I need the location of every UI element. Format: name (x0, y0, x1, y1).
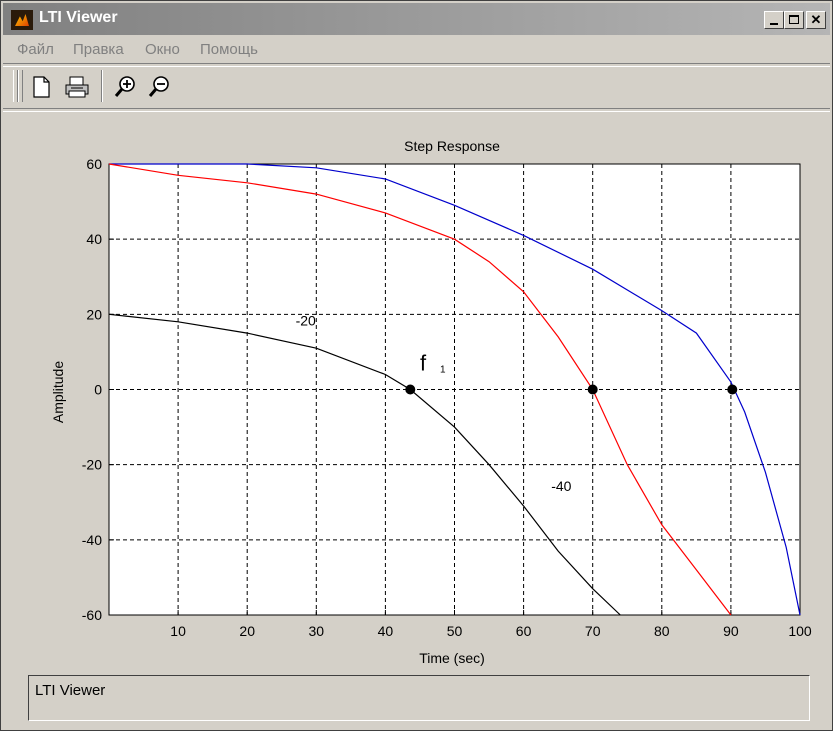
zoom-out-icon (148, 76, 169, 97)
print-button[interactable] (63, 74, 89, 100)
chart-title: Step Response (404, 138, 500, 154)
zoom-out-button[interactable] (147, 74, 171, 100)
menu-window[interactable]: Окно (145, 41, 180, 58)
step-response-chart[interactable]: Step Response Time (sec) Amplitude 10 20 3… (1, 111, 834, 666)
x-tick-label: 100 (788, 623, 812, 639)
x-tick-label: 90 (723, 623, 739, 639)
x-tick-label: 10 (170, 623, 186, 639)
zero-crossing-marker (727, 384, 738, 395)
x-tick-label: 70 (585, 623, 601, 639)
x-tick-label: 50 (447, 623, 463, 639)
y-axis-label: Amplitude (50, 361, 66, 423)
status-bar: LTI Viewer (28, 675, 810, 721)
curve-annotation: -20 (296, 313, 316, 329)
toolbar (3, 66, 830, 106)
minimize-icon (770, 23, 778, 25)
lti-viewer-window: LTI Viewer ✕ Файл Правка Окно Помощь Ste… (0, 0, 833, 731)
status-text: LTI Viewer (35, 682, 106, 699)
maximize-icon (789, 15, 799, 24)
menu-help[interactable]: Помощь (200, 41, 258, 58)
y-tick-label: -20 (82, 457, 102, 473)
close-button[interactable]: ✕ (806, 11, 826, 29)
marker-label-subscript: 1 (440, 365, 446, 376)
x-tick-label: 80 (654, 623, 670, 639)
curve-annotation: -40 (551, 478, 571, 494)
zoom-in-icon (114, 76, 135, 97)
menu-bar: Файл Правка Окно Помощь (3, 37, 830, 63)
print-icon (65, 76, 89, 98)
matlab-logo-icon (11, 10, 33, 30)
new-button[interactable] (29, 74, 53, 100)
zoom-in-button[interactable] (113, 74, 137, 100)
y-tick-label: -40 (82, 532, 102, 548)
zero-crossing-marker (405, 384, 416, 395)
y-tick-label: 20 (86, 306, 102, 322)
title-bar[interactable]: LTI Viewer ✕ (3, 3, 830, 35)
new-file-icon (33, 76, 50, 98)
marker-label-f: f (420, 351, 427, 376)
y-tick-label: -60 (82, 607, 102, 623)
x-axis-label: Time (sec) (419, 650, 485, 666)
y-tick-label: 60 (86, 156, 102, 172)
close-icon: ✕ (810, 12, 822, 27)
maximize-button[interactable] (784, 11, 804, 29)
toolbar-separator (101, 70, 103, 102)
plot-area: Step Response Time (sec) Amplitude 10 20 3… (1, 111, 834, 666)
menu-file[interactable]: Файл (17, 41, 54, 58)
x-tick-label: 40 (378, 623, 394, 639)
y-tick-label: 0 (94, 382, 102, 398)
y-tick-label: 40 (86, 231, 102, 247)
minimize-button[interactable] (764, 11, 784, 29)
x-tick-label: 20 (239, 623, 255, 639)
x-tick-label: 60 (516, 623, 532, 639)
toolbar-grip-2[interactable] (18, 70, 23, 102)
zero-crossing-marker (587, 384, 598, 395)
x-tick-label: 30 (309, 623, 325, 639)
window-title: LTI Viewer (39, 9, 118, 26)
menu-edit[interactable]: Правка (73, 41, 124, 58)
